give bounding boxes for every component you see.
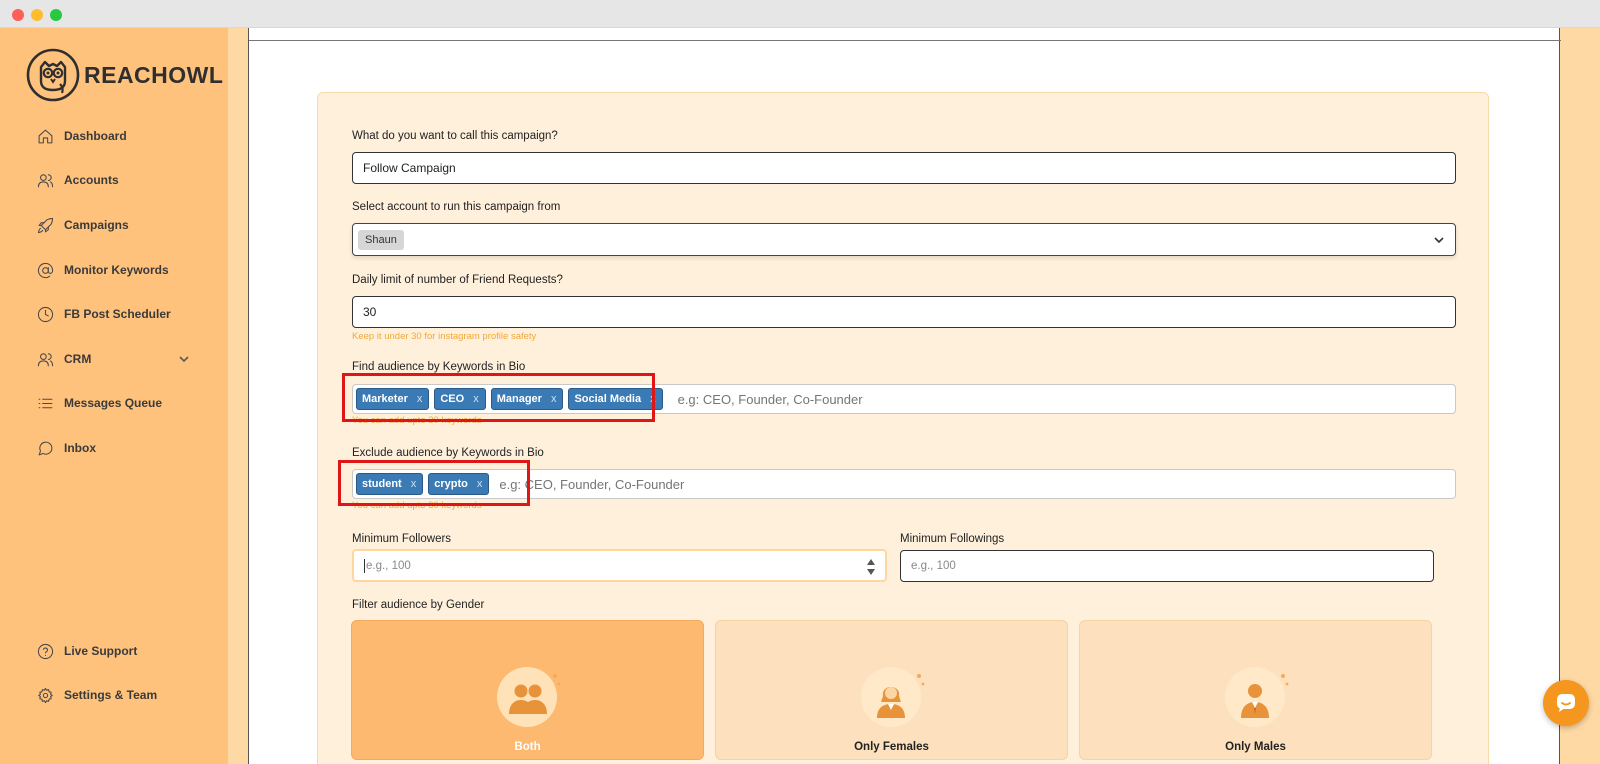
include-keywords-label: Find audience by Keywords in Bio [352,361,526,373]
two-people-icon [497,667,561,727]
exclude-keywords-highlight [338,460,530,506]
sidebar-item-label: Settings & Team [64,688,158,702]
min-followings-input[interactable]: e.g., 100 [900,550,1434,582]
gear-icon [36,686,54,704]
users-icon [36,171,54,189]
campaign-name-label: What do you want to call this campaign? [352,130,558,142]
gender-option-label: Both [514,741,541,753]
window-minimize-button[interactable] [31,9,43,21]
sidebar-item-label: CRM [64,352,92,366]
sidebar-item-label: Messages Queue [64,396,163,410]
chat-bubble-icon [36,439,54,457]
sidebar-item-dashboard[interactable]: Dashboard [36,124,196,148]
sidebar-item-label: Monitor Keywords [64,263,169,277]
users-icon [36,350,54,368]
include-keyword-text-input[interactable] [677,391,978,407]
list-icon [36,394,54,412]
min-followers-placeholder: e.g., 100 [366,559,411,572]
sidebar-item-settings-team[interactable]: Settings & Team [36,683,196,707]
gender-option-only-females[interactable]: Only Females [715,620,1068,760]
sidebar-item-monitor-keywords[interactable]: Monitor Keywords [36,258,196,282]
clock-icon [36,305,54,323]
exclude-keywords-label: Exclude audience by Keywords in Bio [352,447,544,459]
min-followings-label: Minimum Followings [900,533,1005,545]
home-icon [36,127,54,145]
text-cursor [364,558,365,573]
header-divider [249,40,1561,41]
exclude-keyword-text-input[interactable] [499,476,800,492]
account-select[interactable]: Shaun [352,223,1456,256]
sidebar-item-messages-queue[interactable]: Messages Queue [36,391,196,415]
owl-logo-icon [26,48,80,102]
sidebar-item-label: FB Post Scheduler [64,307,171,321]
sidebar-item-live-support[interactable]: Live Support [36,639,196,663]
gender-option-only-males[interactable]: Only Males [1079,620,1432,760]
window-close-button[interactable] [12,9,24,21]
gender-option-label: Only Females [854,741,929,753]
at-sign-icon [36,261,54,279]
sidebar-item-accounts[interactable]: Accounts [36,168,196,192]
sidebar-edge [228,28,248,764]
brand-name: REACHOWL [84,61,224,88]
daily-limit-label: Daily limit of number of Friend Requests… [352,274,563,286]
campaign-name-input[interactable]: Follow Campaign [352,152,1456,184]
min-followers-label: Minimum Followers [352,533,452,545]
daily-limit-hint: Keep it under 30 for instagram profile s… [352,331,537,342]
chevron-down-icon[interactable] [178,352,190,364]
sidebar-item-campaigns[interactable]: Campaigns [36,213,196,237]
sidebar-item-inbox[interactable]: Inbox [36,436,196,460]
chevron-down-icon[interactable] [1433,234,1445,246]
sidebar-item-label: Accounts [64,173,119,187]
daily-limit-value: 30 [363,305,377,319]
man-icon [1225,667,1289,727]
min-followers-input[interactable]: e.g., 100 [352,549,887,582]
gender-option-label: Only Males [1225,741,1286,753]
live-chat-button[interactable] [1543,680,1589,726]
chat-bubble-icon [1557,694,1575,712]
sidebar-item-label: Dashboard [64,129,127,143]
campaign-name-value: Follow Campaign [363,161,456,175]
right-edge [1560,28,1600,764]
gender-filter-label: Filter audience by Gender [352,599,485,611]
gender-option-both[interactable]: Both [351,620,704,760]
daily-limit-input[interactable]: 30 [352,296,1456,328]
window-maximize-button[interactable] [50,9,62,21]
sidebar-item-label: Live Support [64,644,138,658]
sidebar-item-label: Inbox [64,441,96,455]
min-followings-placeholder: e.g., 100 [911,560,956,572]
rocket-icon [36,216,54,234]
sidebar-item-label: Campaigns [64,218,129,232]
number-spinner-icon[interactable] [867,558,875,576]
include-keywords-highlight [342,373,655,422]
woman-icon [861,667,925,727]
selected-account-chip[interactable]: Shaun [358,229,404,250]
sidebar-item-crm[interactable]: CRM [36,347,196,371]
sidebar-item-fb-post-scheduler[interactable]: FB Post Scheduler [36,302,196,326]
help-circle-icon [36,642,54,660]
window-titlebar [0,0,1600,28]
brand-logo[interactable]: REACHOWL [26,48,223,102]
account-select-label: Select account to run this campaign from [352,201,561,213]
